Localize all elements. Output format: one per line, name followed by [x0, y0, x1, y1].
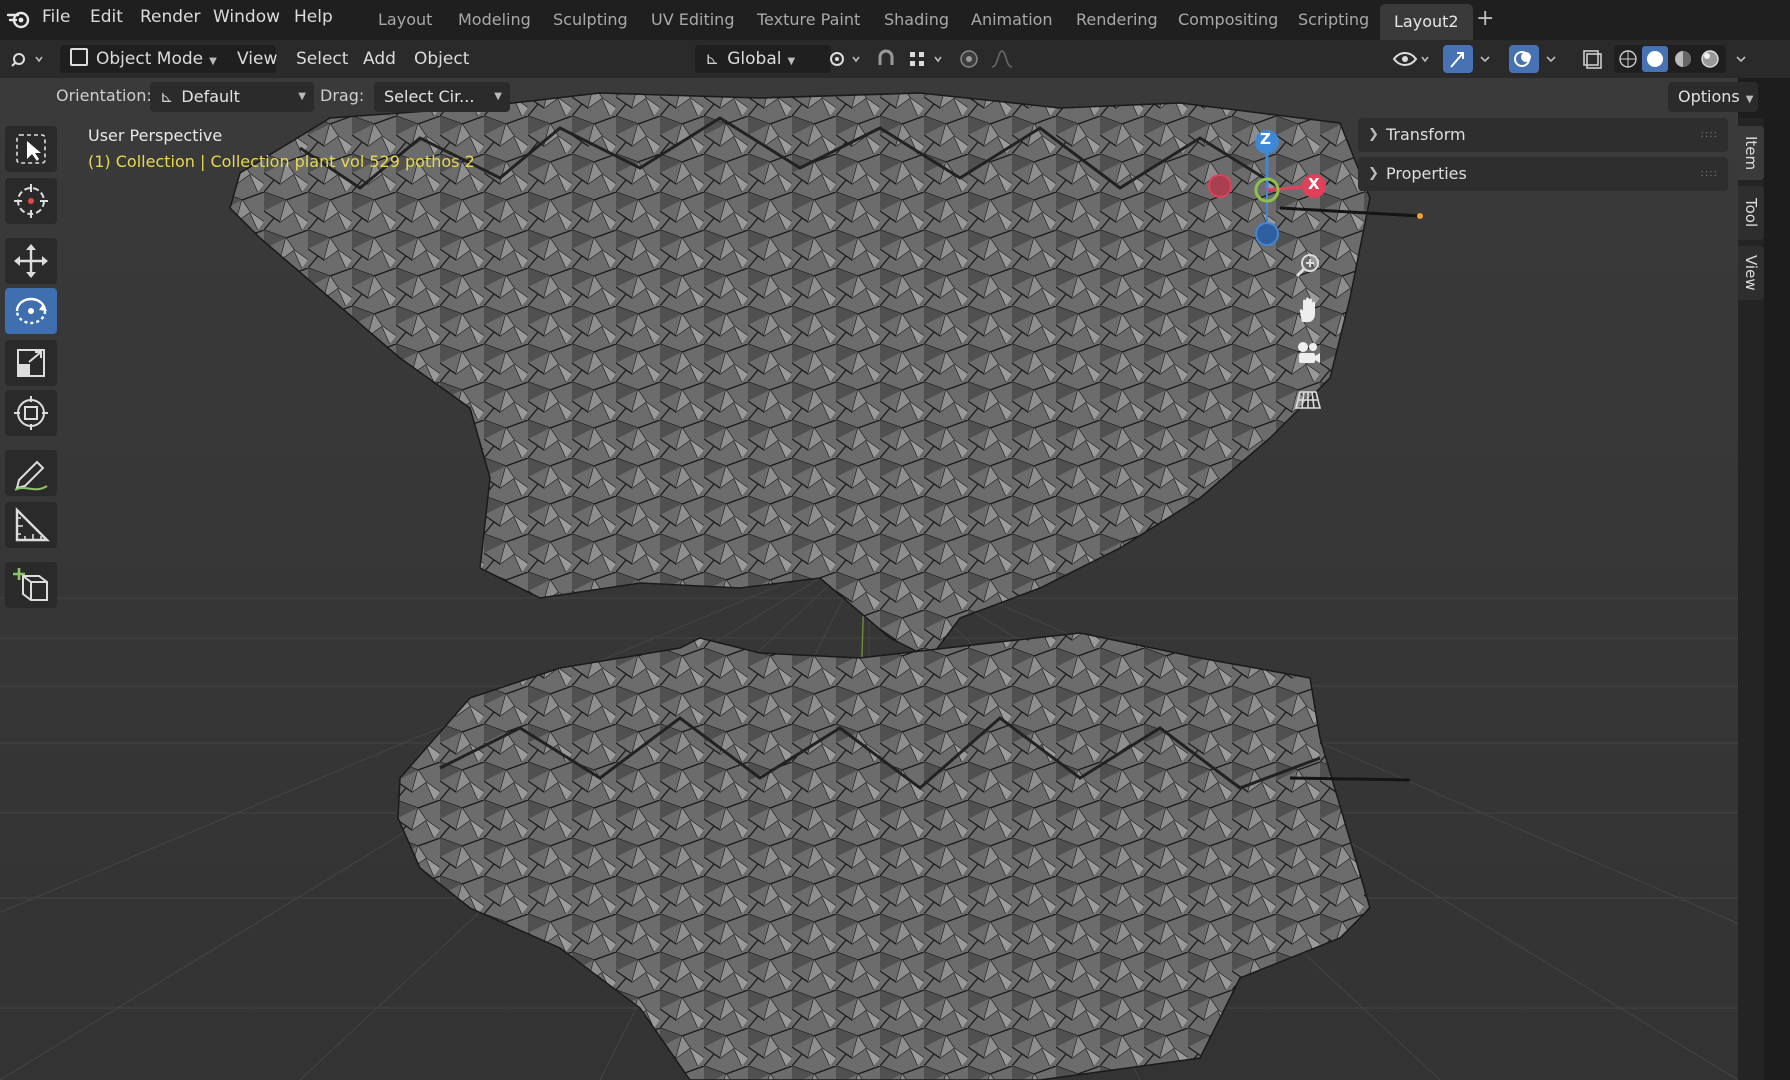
rotate-icon[interactable]	[5, 288, 57, 334]
tab-layout2[interactable]: Layout2	[1380, 4, 1473, 40]
cursor-icon[interactable]	[5, 178, 57, 224]
navigation-gizmo[interactable]: Z X	[1200, 124, 1340, 254]
panel-properties[interactable]: ❯ Properties ::::	[1358, 157, 1728, 191]
measure-icon[interactable]	[5, 502, 57, 548]
add-workspace-button[interactable]: +	[1476, 6, 1494, 31]
sidebar-tabs: Item Tool View	[1738, 118, 1764, 1080]
viewport-header: Object Mode ▼ View Select Add Object ⊾ Glo…	[0, 40, 1790, 78]
drag-grip-icon[interactable]: ::::	[1701, 157, 1718, 191]
tab-sculpting[interactable]: Sculpting	[553, 10, 628, 29]
chevron-down-icon[interactable]	[1542, 45, 1562, 73]
editor-type-button[interactable]	[6, 45, 48, 73]
object-mode-icon	[70, 48, 88, 66]
shading-modes	[1614, 45, 1726, 73]
snap-toggle-icon[interactable]	[872, 45, 902, 73]
xray-toggle-icon[interactable]	[1578, 45, 1606, 73]
material-shading-icon	[1675, 51, 1691, 67]
chevron-down-icon: ▼	[209, 56, 217, 67]
orientation-value: Default	[181, 87, 240, 106]
solid-shading-icon	[1647, 51, 1663, 67]
tab-compositing[interactable]: Compositing	[1178, 10, 1278, 29]
menu-help[interactable]: Help	[294, 7, 333, 27]
viewport-scene	[0, 78, 1738, 1080]
blender-logo-icon[interactable]	[6, 6, 32, 36]
options-label: Options	[1678, 87, 1740, 106]
proportional-edit-icon[interactable]	[955, 45, 985, 73]
grid-icon[interactable]	[1292, 384, 1324, 416]
zoom-icon[interactable]	[1292, 250, 1324, 282]
rendered-shading-icon	[1701, 50, 1719, 68]
adjacent-editor-edge	[1764, 118, 1790, 1080]
falloff-icon[interactable]	[988, 45, 1028, 73]
chevron-right-icon: ❯	[1368, 166, 1379, 181]
select-box-icon[interactable]	[5, 126, 57, 172]
tab-modeling[interactable]: Modeling	[458, 10, 531, 29]
orientation-label: Global	[727, 49, 782, 69]
orientation-label: Orientation:	[56, 86, 152, 105]
chevron-down-icon: ▼	[494, 91, 502, 102]
camera-icon[interactable]	[1292, 338, 1324, 370]
panel-transform-label: Transform	[1386, 125, 1466, 144]
pan-hand-icon[interactable]	[1292, 294, 1324, 326]
snap-target-button[interactable]	[905, 45, 949, 73]
drag-value: Select Cir...	[384, 87, 475, 106]
tab-uv-editing[interactable]: UV Editing	[651, 10, 734, 29]
overlays-toggle-icon[interactable]	[1509, 45, 1539, 73]
gizmo-toggle-icon[interactable]	[1443, 45, 1473, 73]
mode-label: Object Mode	[96, 49, 204, 69]
orientation-dropdown[interactable]: ⊾ Global ▼	[695, 45, 831, 73]
orientation-icon: ⊾	[705, 49, 720, 69]
chevron-right-icon: ❯	[1368, 127, 1379, 142]
chevron-down-icon: ▼	[787, 56, 796, 67]
move-icon[interactable]	[5, 238, 57, 284]
gizmo-z-label: Z	[1260, 130, 1271, 148]
tab-rendering[interactable]: Rendering	[1076, 10, 1158, 29]
tab-texture-paint[interactable]: Texture Paint	[757, 10, 860, 29]
orientation-dropdown[interactable]: ⊾ Default ▼	[150, 82, 314, 112]
drag-dropdown[interactable]: Select Cir... ▼	[374, 82, 510, 112]
tab-view[interactable]: View	[1738, 246, 1764, 300]
chevron-down-icon[interactable]	[1732, 45, 1752, 73]
annotate-icon[interactable]	[5, 450, 57, 496]
options-dropdown[interactable]: Options ▼	[1668, 82, 1758, 112]
drag-grip-icon[interactable]: ::::	[1701, 118, 1718, 152]
menu-window[interactable]: Window	[213, 7, 280, 27]
drag-label: Drag:	[320, 86, 365, 105]
scale-icon[interactable]	[5, 340, 57, 386]
gizmo-neg-z-axis	[1255, 222, 1279, 246]
tab-animation[interactable]: Animation	[971, 10, 1053, 29]
menu-view[interactable]: View	[237, 45, 277, 73]
menu-select[interactable]: Select	[296, 45, 348, 73]
tool-settings-header: Orientation: ⊾ Default ▼ Drag: Select Cir.…	[0, 78, 1758, 118]
viewport-title: User Perspective	[88, 126, 223, 145]
orientation-icon: ⊾	[160, 87, 174, 106]
chevron-down-icon: ▼	[298, 91, 306, 102]
visibility-dropdown[interactable]	[1390, 45, 1434, 73]
top-menubar: File Edit Render Window Help Layout Mode…	[0, 0, 1790, 40]
gizmo-x-label: X	[1308, 175, 1320, 193]
active-collection-label: (1) Collection | Collection plant vol 52…	[88, 152, 475, 171]
tab-shading[interactable]: Shading	[884, 10, 949, 29]
panel-transform[interactable]: ❯ Transform ::::	[1358, 118, 1728, 152]
transform-icon[interactable]	[5, 390, 57, 436]
chevron-down-icon: ▼	[1745, 94, 1754, 105]
tab-scripting[interactable]: Scripting	[1298, 10, 1369, 29]
panel-properties-label: Properties	[1386, 164, 1467, 183]
menu-add[interactable]: Add	[363, 45, 396, 73]
3d-viewport[interactable]	[0, 78, 1738, 1080]
add-cube-icon[interactable]	[5, 562, 57, 608]
tab-item[interactable]: Item	[1738, 126, 1764, 180]
tab-layout[interactable]: Layout	[378, 10, 432, 29]
chevron-down-icon[interactable]	[1476, 45, 1496, 73]
tab-tool[interactable]: Tool	[1738, 186, 1764, 240]
menu-file[interactable]: File	[42, 7, 70, 27]
gizmo-neg-x-axis	[1208, 174, 1232, 198]
menu-object[interactable]: Object	[414, 45, 469, 73]
pivot-point-button[interactable]	[825, 45, 865, 73]
menu-render[interactable]: Render	[140, 7, 201, 27]
menu-edit[interactable]: Edit	[90, 7, 123, 27]
wireframe-shading-icon	[1619, 50, 1637, 68]
